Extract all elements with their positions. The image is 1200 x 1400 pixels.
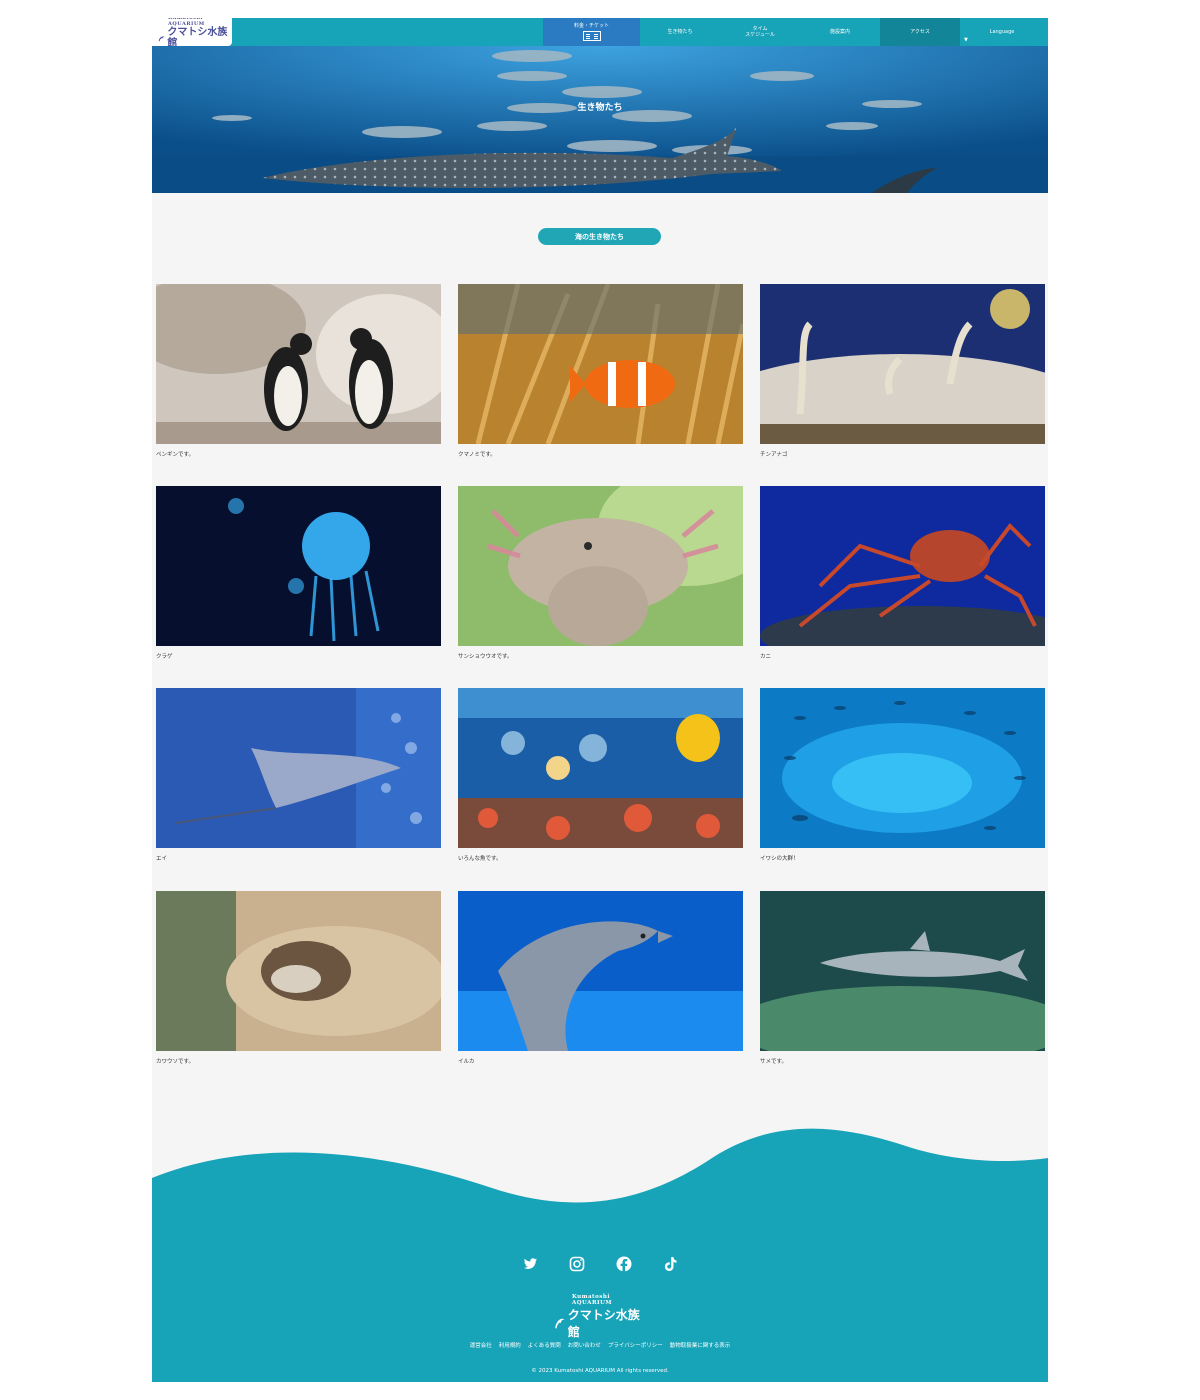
penguin-image [156, 284, 441, 444]
footer-link-company[interactable]: 運営会社 [470, 1341, 492, 1349]
clownfish-image [458, 284, 743, 444]
nav-access-label: アクセス [910, 29, 930, 35]
creature-card-axolotl[interactable]: サンショウウオです。 [458, 486, 743, 660]
shark-image [760, 891, 1045, 1051]
card-caption: チンアナゴ [760, 452, 788, 458]
footer-link-animal-handling[interactable]: 動物取扱業に関する表示 [670, 1341, 731, 1349]
dolphin-icon [158, 35, 165, 41]
creature-card-otter[interactable]: カワウソです。 [156, 891, 441, 1065]
nav-tickets[interactable]: 料金・チケット [543, 18, 640, 46]
nav-facilities[interactable]: 施設案内 [800, 18, 880, 46]
sardines-image [760, 688, 1045, 848]
card-caption: ペンギンです。 [156, 452, 194, 458]
footer-link-privacy[interactable]: プライバシーポリシー [608, 1341, 663, 1349]
card-caption: イルカ [458, 1059, 475, 1065]
creature-card-crab[interactable]: カニ [760, 486, 1045, 660]
crab-image [760, 486, 1045, 646]
nav-creatures[interactable]: 生き物たち [640, 18, 720, 46]
page-frame: Kumatoshi AQUARIUM クマトシ水族館 料金・チケット 生き物たち… [152, 18, 1048, 1382]
axolotl-image [458, 486, 743, 646]
footer-links: 運営会社 利用規約 よくある質問 お問い合わせ プライバシーポリシー 動物取扱業… [152, 1341, 1048, 1349]
footer-logo-english: Kumatoshi AQUARIUM [572, 1294, 612, 1306]
footer-link-terms[interactable]: 利用規約 [499, 1341, 521, 1349]
creature-card-garden-eel[interactable]: チンアナゴ [760, 284, 1045, 458]
twitter-icon[interactable] [522, 1256, 538, 1272]
dolphin-image [458, 891, 743, 1051]
ticket-icon [582, 31, 601, 41]
card-caption: カワウソです。 [156, 1059, 194, 1065]
hero-banner: 生き物たち [152, 46, 1048, 193]
tiktok-icon[interactable] [663, 1256, 679, 1272]
social-links [152, 1256, 1048, 1272]
footer-logo[interactable]: Kumatoshi AQUARIUM クマトシ水族館 [550, 1294, 650, 1339]
main-nav: 料金・チケット 生き物たち タイム スケジュール 施設案内 アクセス Langu… [543, 18, 1048, 46]
nav-timeschedule[interactable]: タイム スケジュール [720, 18, 800, 46]
nav-creatures-label: 生き物たち [667, 29, 693, 35]
dolphin-icon [555, 1318, 565, 1329]
creature-card-ray[interactable]: エイ [156, 688, 441, 862]
ray-image [156, 688, 441, 848]
card-caption: いろんな魚です。 [458, 856, 502, 862]
logo-english: Kumatoshi AQUARIUM [168, 18, 205, 27]
footer-link-faq[interactable]: よくある質問 [528, 1341, 561, 1349]
card-caption: エイ [156, 856, 168, 862]
nav-access[interactable]: アクセス [880, 18, 960, 46]
card-caption: クラゲ [156, 654, 173, 660]
caret-down-icon: ▼ [964, 37, 968, 43]
nav-timeschedule-label: タイム スケジュール [745, 26, 775, 38]
creature-card-dolphin[interactable]: イルカ [458, 891, 743, 1065]
section-title-pill: 海の生き物たち [538, 228, 661, 245]
card-caption: カニ [760, 654, 772, 660]
hero-title: 生き物たち [577, 103, 623, 113]
card-caption: サンショウウオです。 [458, 654, 513, 660]
site-header: Kumatoshi AQUARIUM クマトシ水族館 料金・チケット 生き物たち… [152, 18, 1048, 49]
creature-card-clownfish[interactable]: クマノミです。 [458, 284, 743, 458]
reef-fish-image [458, 688, 743, 848]
facebook-icon[interactable] [616, 1256, 632, 1272]
creature-card-sardines[interactable]: イワシの大群！ [760, 688, 1045, 862]
creature-card-penguin[interactable]: ペンギンです。 [156, 284, 441, 458]
card-caption: イワシの大群！ [760, 856, 799, 862]
creature-card-shark[interactable]: サメです。 [760, 891, 1045, 1065]
site-logo[interactable]: Kumatoshi AQUARIUM クマトシ水族館 [152, 18, 232, 49]
footer-logo-japanese: クマトシ水族館 [567, 1308, 640, 1339]
card-caption: サメです。 [760, 1059, 787, 1065]
creature-card-reef-fish[interactable]: いろんな魚です。 [458, 688, 743, 862]
nav-language-label: Language [989, 29, 1015, 35]
footer-link-contact[interactable]: お問い合わせ [568, 1341, 601, 1349]
hero-image [152, 46, 1048, 193]
nav-facilities-label: 施設案内 [829, 29, 850, 35]
instagram-icon[interactable] [569, 1256, 585, 1272]
card-caption: クマノミです。 [458, 452, 496, 458]
garden-eel-image [760, 284, 1045, 444]
otter-image [156, 891, 441, 1051]
nav-tickets-label: 料金・チケット [573, 23, 609, 29]
nav-language[interactable]: Language ▼ [960, 18, 1044, 46]
creature-card-jellyfish[interactable]: クラゲ [156, 486, 441, 660]
jellyfish-image [156, 486, 441, 646]
copyright: © 2023 Kumatoshi AQUARIUM All rights res… [531, 1368, 669, 1374]
